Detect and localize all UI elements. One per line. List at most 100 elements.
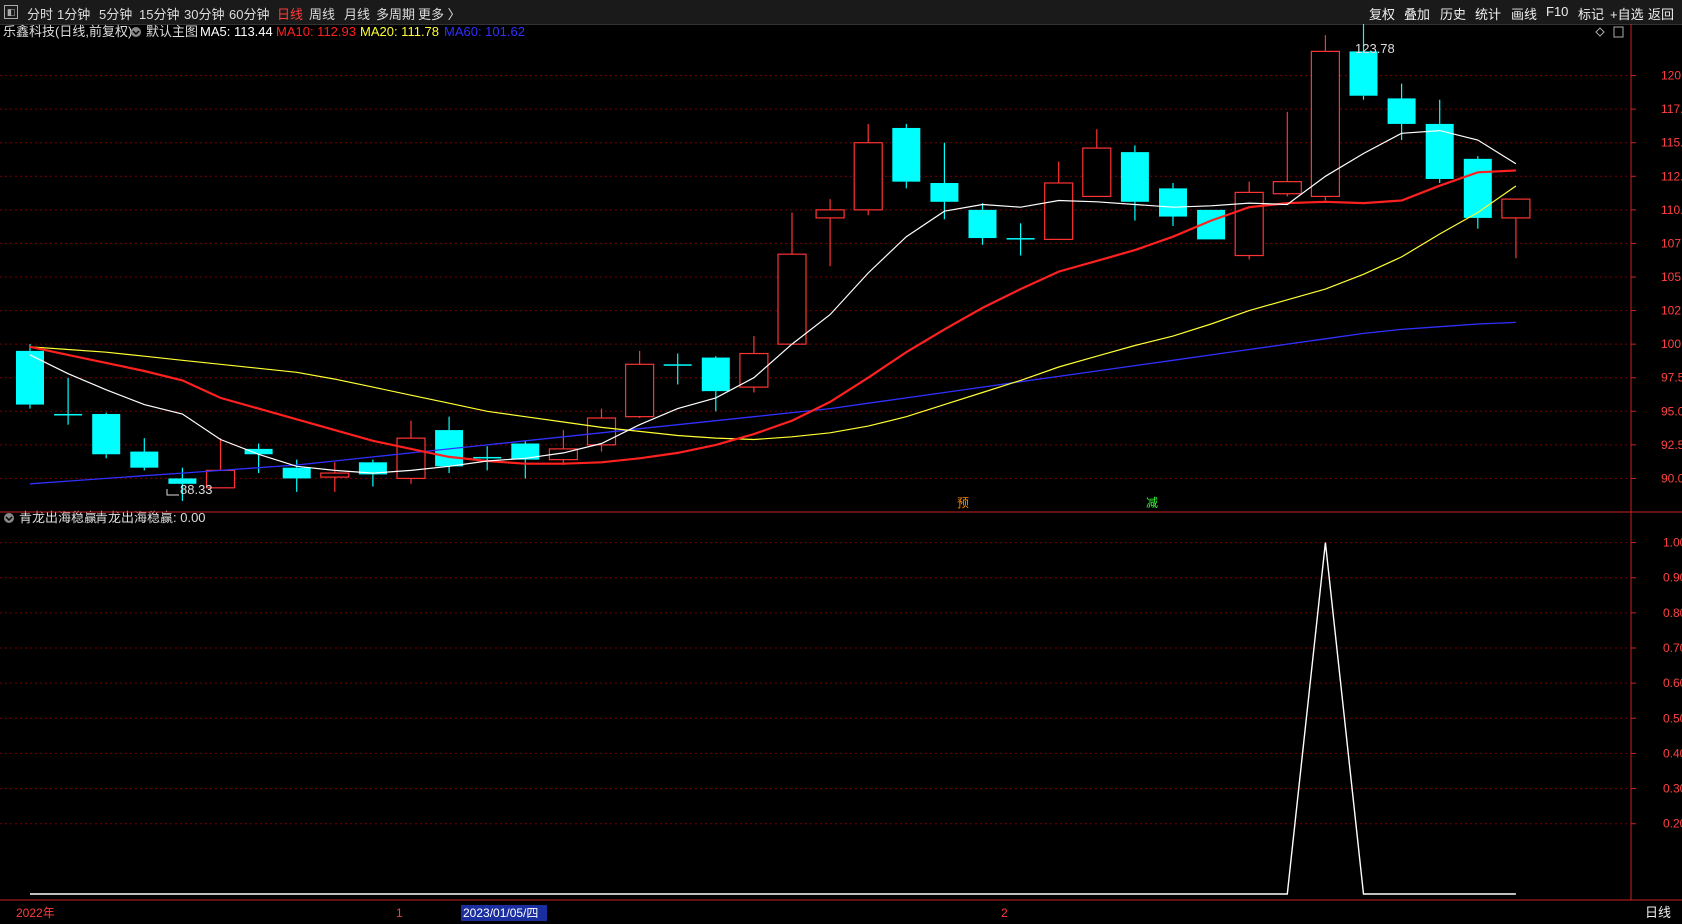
candlesticks: [16, 24, 1531, 501]
candle: [853, 123, 883, 216]
candle: [130, 438, 159, 471]
candle: [663, 353, 692, 385]
period-tab-7[interactable]: 周线: [309, 4, 335, 23]
indicator-tick-label: 0.70: [1663, 641, 1682, 655]
period-tab-5[interactable]: 60分钟: [229, 4, 269, 23]
period-tab-8[interactable]: 月线: [344, 4, 370, 23]
candle: [16, 344, 44, 409]
diamond-icon[interactable]: [1595, 27, 1605, 37]
price-tick-label: 97.5: [1661, 371, 1682, 385]
candle: [701, 356, 730, 412]
period-tab-3[interactable]: 15分钟: [139, 4, 179, 23]
settings-icon[interactable]: [131, 27, 141, 37]
candle: [205, 438, 236, 489]
candle: [1120, 145, 1149, 221]
period-tab-9[interactable]: 多周期: [376, 4, 415, 23]
candle: [624, 350, 655, 418]
candle-body: [1349, 51, 1378, 96]
price-tick-label: 100.0: [1661, 337, 1682, 351]
candle-body: [1463, 158, 1492, 218]
toolbar-button-6[interactable]: 标记: [1578, 4, 1604, 23]
price-tick-label: 92.5: [1661, 438, 1682, 452]
ma5-label: MA5: 113.44: [200, 24, 273, 39]
candle-body: [1501, 198, 1531, 219]
toolbar-button-5[interactable]: F10: [1546, 4, 1568, 19]
indicator-tick-label: 0.40: [1663, 746, 1682, 760]
panel-icon[interactable]: [1613, 26, 1624, 38]
candle: [968, 203, 997, 245]
candle-body: [282, 467, 311, 479]
toolbar-button-0[interactable]: 复权: [1369, 4, 1395, 23]
indicator-tick-label: 0.90: [1663, 571, 1682, 585]
period-tab-4[interactable]: 30分钟: [184, 4, 224, 23]
candle-body: [1044, 182, 1074, 241]
candle: [586, 408, 617, 452]
low-label: 88.33: [180, 482, 213, 497]
toolbar-button-8[interactable]: 返回: [1648, 4, 1674, 23]
sub-grid: [0, 542, 1630, 825]
candle: [815, 199, 845, 267]
candle-body: [473, 456, 502, 459]
price-tick-label: 110.0: [1661, 203, 1682, 217]
menu-icon[interactable]: ◧: [4, 5, 18, 19]
toolbar-button-7[interactable]: +自选: [1610, 4, 1644, 23]
candle-body: [1425, 123, 1454, 179]
toolbar-button-1[interactable]: 叠加: [1404, 4, 1430, 23]
candle-body: [1082, 147, 1112, 198]
high-annotation: 123.78: [1355, 24, 1395, 56]
candle: [930, 142, 959, 220]
stock-title: 乐鑫科技(日线,前复权): [3, 24, 132, 39]
candle-body: [320, 472, 350, 478]
toolbar-button-4[interactable]: 画线: [1511, 4, 1537, 23]
low-annotation: 88.33: [166, 482, 213, 497]
candle-body: [16, 350, 44, 405]
candle-body: [739, 352, 769, 388]
indicator-series-line: [30, 542, 1516, 895]
toolbar-button-2[interactable]: 历史: [1440, 4, 1466, 23]
candle: [1006, 223, 1035, 256]
period-toolbar: ◧ 分时 1分钟 5分钟 15分钟 30分钟 60分钟 日线 周线 月线 多周期 更多 〉 复权 叠加…: [0, 0, 1682, 25]
main-grid: [0, 75, 1630, 479]
candle: [1349, 24, 1378, 100]
candle-body: [1120, 152, 1149, 202]
period-tab-0[interactable]: 分时: [27, 4, 53, 23]
price-tick-label: 102.5: [1661, 304, 1682, 318]
price-tick-label: 90.0: [1661, 471, 1682, 485]
marker-yu-text: 预: [957, 496, 969, 510]
price-axis: 90.0 92.5 95.0 97.5 100.0 102.5 105.0 107.5 110.…: [1631, 69, 1682, 485]
ma60-label: MA60: 101.62: [444, 24, 525, 39]
candle: [54, 377, 83, 425]
candle: [1425, 99, 1454, 183]
indicator-line: [30, 542, 1516, 895]
main-indicator-name[interactable]: 默认主图: [146, 24, 198, 39]
period-tab-10[interactable]: 更多 〉: [418, 4, 461, 23]
candle-body: [1387, 98, 1416, 124]
month-2-label: 2: [1001, 906, 1008, 920]
candle: [1159, 183, 1187, 226]
candle: [1387, 83, 1416, 141]
period-tab-1[interactable]: 1分钟: [57, 4, 90, 23]
indicator-tick-label: 0.30: [1663, 782, 1682, 796]
candle-body: [892, 127, 921, 182]
candle-body: [1006, 238, 1035, 240]
sub-settings-icon[interactable]: [4, 513, 14, 523]
period-label[interactable]: 日线: [1645, 905, 1671, 920]
toolbar-button-3[interactable]: 统计: [1475, 4, 1501, 23]
candle: [473, 446, 502, 471]
candle-body: [663, 364, 692, 366]
price-tick-label: 95.0: [1661, 404, 1682, 418]
marker-yu: 预: [957, 494, 971, 510]
candle-body: [624, 363, 655, 418]
candle-body: [701, 357, 730, 392]
candle-body: [244, 448, 273, 455]
price-tick-label: 112.5: [1661, 169, 1682, 183]
panel-controls[interactable]: [1595, 26, 1624, 38]
period-tab-6[interactable]: 日线: [277, 4, 303, 23]
date-cursor-label: 2023/01/05/四: [463, 906, 538, 920]
high-label: 123.78: [1355, 41, 1395, 56]
period-tab-2[interactable]: 5分钟: [99, 4, 132, 23]
marker-jian-text: 减: [1146, 496, 1158, 510]
candle: [739, 336, 769, 393]
candle: [777, 212, 807, 345]
candle-body: [130, 451, 159, 468]
